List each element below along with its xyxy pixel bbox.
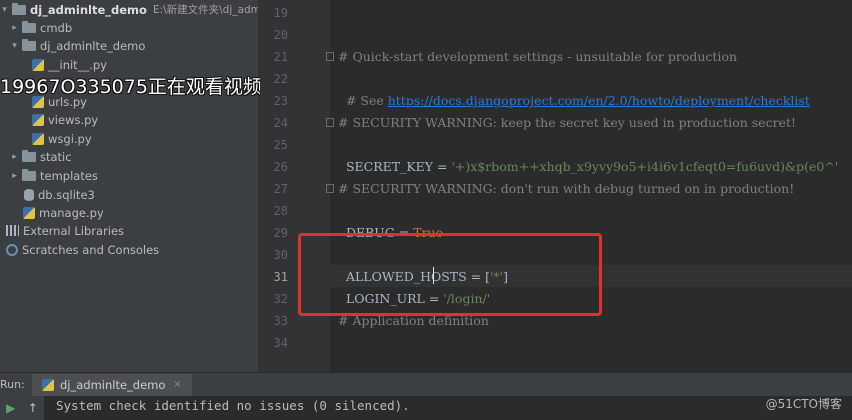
docs-link[interactable]: https://docs.djangoproject.com/en/2.0/ho…: [388, 93, 810, 108]
chevron-down-icon[interactable]: ▾: [0, 5, 9, 15]
tree-item-cmdb[interactable]: ▸ cmdb: [10, 18, 72, 37]
video-overlay-text: 19967O335075正在观看视频: [0, 76, 262, 98]
folder-icon: [12, 2, 26, 15]
tree-item-dj-adminlte-demo[interactable]: ▾ dj_adminlte_demo: [10, 36, 145, 55]
code-line-21: # Quick-start development settings - uns…: [338, 49, 738, 64]
tree-item-label: __init__.py: [48, 57, 107, 72]
line-number: 30: [273, 248, 288, 262]
tree-item-label: dj_adminlte_demo: [40, 38, 146, 53]
secret-key-value: '+)x$rbom++xhqb_x9yvy9o5+i4i6v1cfeqt0=fu…: [451, 159, 839, 174]
tree-item-label: db.sqlite3: [38, 187, 95, 202]
folder-icon: [22, 168, 36, 181]
library-icon: [6, 225, 19, 236]
console-toolbar: ▶ ↑: [0, 396, 44, 420]
close-icon[interactable]: ×: [173, 379, 181, 390]
code-line-28: DEBUG = True: [338, 200, 443, 240]
python-file-icon: [32, 58, 44, 71]
code-line-22: # See https://docs.djangoproject.com/en/…: [338, 68, 810, 108]
tree-item-label: manage.py: [39, 205, 104, 220]
line-number: 23: [273, 94, 288, 108]
database-file-icon: [24, 188, 34, 201]
run-tab-label: dj_adminlte_demo: [60, 377, 166, 392]
line-number: 27: [273, 182, 288, 196]
play-icon[interactable]: ▶: [6, 401, 15, 415]
tree-item-external-libraries[interactable]: External Libraries: [4, 221, 124, 240]
project-sidebar: ▾ dj_adminlte_demo E:\新建文件夹\dj_adminl ▸ …: [0, 0, 258, 372]
tree-item-label: static: [40, 149, 72, 164]
console-output: System check identified no issues (0 sil…: [56, 398, 410, 413]
tree-item-scratches[interactable]: Scratches and Consoles: [4, 240, 159, 259]
code-line-25: SECRET_KEY = '+)x$rbom++xhqb_x9yvy9o5+i4…: [338, 134, 838, 174]
tree-item-label: Scratches and Consoles: [22, 242, 160, 257]
run-console[interactable]: ▶ ↑ System check identified no issues (0…: [0, 396, 852, 420]
line-number: 21: [273, 50, 288, 64]
tree-item-label: cmdb: [40, 20, 73, 35]
scratches-icon: [6, 243, 18, 256]
tree-item-wsgi-py[interactable]: wsgi.py: [30, 129, 92, 148]
tree-item-label: views.py: [48, 112, 99, 127]
folder-icon: [22, 38, 36, 51]
line-number: 25: [273, 138, 288, 152]
run-tab[interactable]: dj_adminlte_demo ×: [32, 373, 192, 396]
tree-item-label: wsgi.py: [48, 131, 92, 146]
tree-item-static[interactable]: ▸ static: [10, 147, 72, 166]
python-run-icon: [42, 378, 54, 391]
python-file-icon: [23, 206, 35, 219]
line-number: 28: [273, 204, 288, 218]
chevron-right-icon[interactable]: ▸: [10, 152, 19, 162]
project-root-row[interactable]: ▾ dj_adminlte_demo E:\新建文件夹\dj_adminl: [0, 0, 258, 19]
line-number: 20: [273, 28, 288, 42]
line-number: 26: [273, 160, 288, 174]
tree-item-views-py[interactable]: views.py: [30, 110, 98, 129]
code-line-24: # SECURITY WARNING: keep the secret key …: [338, 115, 796, 130]
line-number: 22: [273, 72, 288, 86]
tree-item-label: templates: [40, 168, 98, 183]
folder-icon: [22, 149, 36, 162]
tree-item-label: External Libraries: [23, 223, 125, 238]
fold-marker-icon[interactable]: [326, 118, 334, 127]
line-number: 19: [273, 6, 288, 20]
line-number: 31: [273, 270, 288, 284]
arrow-up-icon[interactable]: ↑: [28, 401, 38, 415]
fold-marker-icon[interactable]: [326, 52, 334, 61]
line-number: 29: [273, 226, 288, 240]
tree-item-init-py[interactable]: __init__.py: [30, 55, 107, 74]
line-number: 34: [273, 336, 288, 350]
chevron-down-icon[interactable]: ▾: [10, 41, 19, 51]
fold-marker-icon[interactable]: [326, 184, 334, 193]
project-root-path: E:\新建文件夹\dj_adminl: [152, 4, 258, 16]
line-number: 24: [273, 116, 288, 130]
tree-item-templates[interactable]: ▸ templates: [10, 166, 98, 185]
run-tool-window-header: Run: dj_adminlte_demo ×: [0, 372, 852, 396]
chevron-right-icon[interactable]: ▸: [10, 23, 19, 33]
run-label: Run:: [0, 378, 25, 391]
tree-item-manage-py[interactable]: manage.py: [21, 203, 104, 222]
watermark: @51CTO博客: [765, 397, 842, 411]
secret-key-name: SECRET_KEY =: [345, 159, 452, 174]
comment-text: # See: [345, 93, 388, 108]
line-number: 32: [273, 292, 288, 306]
tree-item-db-sqlite3[interactable]: db.sqlite3: [21, 185, 95, 204]
project-root-name: dj_adminlte_demo: [30, 2, 147, 17]
chevron-right-icon[interactable]: ▸: [10, 171, 19, 181]
line-number: 33: [273, 314, 288, 328]
code-line-27: # SECURITY WARNING: don't run with debug…: [338, 181, 795, 196]
red-highlight-box: [298, 233, 602, 316]
python-file-icon: [32, 132, 44, 145]
folder-icon: [22, 20, 36, 33]
python-file-icon: [32, 113, 44, 126]
